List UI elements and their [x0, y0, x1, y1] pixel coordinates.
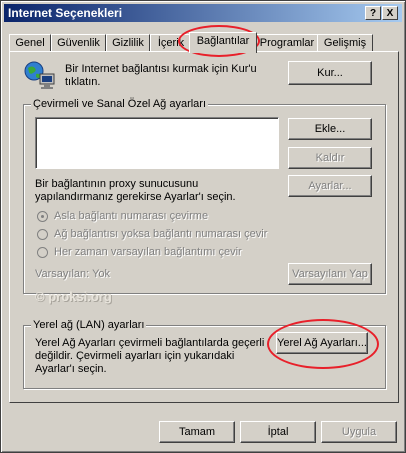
lan-button-highlight-cloud	[267, 319, 379, 369]
title-bar[interactable]: Internet Seçenekleri ? X	[4, 4, 402, 22]
lan-description: Yerel Ağ Ayarları çevirmeli bağlantılard…	[35, 337, 265, 375]
proxy-description: Bir bağlantının proxy sunucusunu yapılan…	[35, 178, 236, 203]
tab-programlar[interactable]: Programlar	[256, 34, 318, 52]
radio-dial-when-no-network-label: Ağ bağlantısı yoksa bağlantı numarası çe…	[54, 228, 268, 240]
help-button[interactable]: ?	[365, 6, 381, 20]
watermark-text: © proksi.org	[35, 289, 112, 304]
tab-gelismis[interactable]: Gelişmiş	[317, 34, 373, 52]
setup-description: Bir Internet bağlantısı kurmak için Kur'…	[65, 63, 257, 88]
apply-button[interactable]: Uygula	[321, 421, 397, 443]
lan-group-title: Yerel ağ (LAN) ayarları	[31, 319, 147, 332]
radio-dial-when-no-network[interactable]	[37, 229, 48, 240]
set-default-button[interactable]: Varsayılanı Yap	[288, 263, 372, 285]
radio-always-dial-label: Her zaman varsayılan bağlantımı çevir	[54, 246, 242, 258]
network-globe-icon	[23, 59, 57, 91]
radio-never-dial[interactable]	[37, 211, 48, 222]
default-connection-label: Varsayılan: Yok	[35, 268, 111, 280]
radio-never-dial-label: Asla bağlantı numarası çevirme	[54, 210, 209, 222]
dialup-group-title: Çevirmeli ve Sanal Özel Ağ ayarları	[31, 98, 209, 111]
close-button[interactable]: X	[382, 6, 398, 20]
tab-genel[interactable]: Genel	[9, 34, 51, 52]
tab-guvenlik[interactable]: Güvenlik	[51, 34, 106, 52]
tab-strip: Genel Güvenlik Gizlilik İçerik Bağlantıl…	[9, 32, 399, 53]
setup-button[interactable]: Kur...	[288, 61, 372, 85]
ok-button[interactable]: Tamam	[159, 421, 235, 443]
tab-baglantilar[interactable]: Bağlantılar	[189, 32, 257, 53]
window-title: Internet Seçenekleri	[8, 6, 123, 20]
cancel-button[interactable]: İptal	[240, 421, 316, 443]
connections-listbox[interactable]	[35, 117, 279, 169]
settings-button[interactable]: Ayarlar...	[288, 175, 372, 197]
add-button[interactable]: Ekle...	[288, 118, 372, 140]
radio-always-dial[interactable]	[37, 247, 48, 258]
remove-button[interactable]: Kaldır	[288, 147, 372, 169]
internet-options-dialog: Internet Seçenekleri ? X Genel Güvenlik …	[0, 0, 406, 453]
tab-gizlilik[interactable]: Gizlilik	[106, 34, 150, 52]
